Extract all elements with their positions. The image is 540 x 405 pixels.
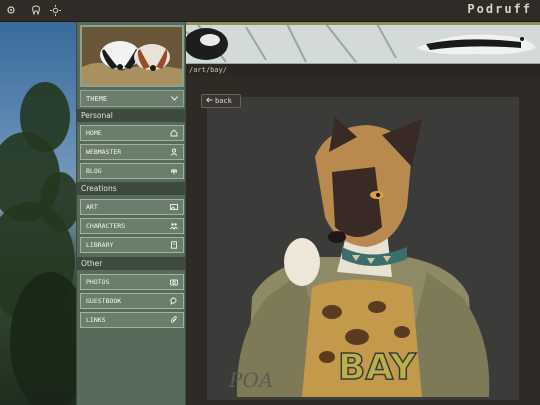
nav-label: CHARACTERS (86, 222, 126, 230)
nav-home[interactable]: HOME (80, 125, 184, 141)
nav-webmaster[interactable]: WEBMASTER (80, 144, 184, 160)
camera-icon (170, 278, 178, 286)
book-icon (170, 241, 178, 249)
sidebar: THEME Personal HOME WEBMASTER BLOG Creat… (76, 22, 186, 405)
back-button[interactable]: back (201, 94, 241, 108)
theme-select[interactable]: THEME (80, 90, 184, 107)
paperclip-icon (170, 316, 178, 324)
back-label: back (215, 97, 232, 105)
image-icon (170, 203, 178, 211)
theme-label: THEME (86, 94, 108, 103)
section-creations: Creations (77, 182, 185, 195)
home-icon (170, 129, 178, 137)
chevron-down-icon (171, 95, 178, 103)
nav-art[interactable]: ART (80, 199, 184, 215)
artist-signature: POA (228, 368, 273, 392)
nav-label: BLOG (86, 167, 102, 175)
nav-label: GUESTBOOK (86, 297, 122, 305)
nav-label: ART (86, 203, 98, 211)
leaf-icon (170, 167, 178, 175)
artwork-text: BAY (338, 347, 417, 388)
tooth-icon[interactable] (30, 4, 42, 16)
top-bar: Podruff (0, 0, 540, 22)
nav-guestbook[interactable]: GUESTBOOK (80, 293, 184, 309)
sun-icon[interactable] (49, 4, 61, 16)
site-title[interactable]: Podruff (467, 2, 532, 16)
nav-photos[interactable]: PHOTOS (80, 274, 184, 290)
nav-label: PHOTOS (86, 278, 110, 286)
nav-links[interactable]: LINKS (80, 312, 184, 328)
section-other: Other (77, 257, 185, 270)
artwork-bay: BAY POA (207, 97, 519, 400)
avatar-badgers-photo (80, 25, 184, 87)
background-photo (0, 22, 76, 405)
settings-icon[interactable] (5, 4, 17, 16)
arrow-left-icon (206, 97, 213, 105)
nav-label: LINKS (86, 316, 106, 324)
header-banner (186, 22, 540, 64)
section-personal: Personal (77, 109, 185, 122)
breadcrumb: /art/bay/ (186, 64, 540, 76)
nav-label: WEBMASTER (86, 148, 122, 156)
nav-label: LIBRARY (86, 241, 114, 249)
speech-bubble-icon (170, 297, 178, 305)
user-icon (170, 148, 178, 156)
nav-blog[interactable]: BLOG (80, 163, 184, 179)
nav-library[interactable]: LIBRARY (80, 237, 184, 253)
nav-label: HOME (86, 129, 102, 137)
group-icon (170, 222, 178, 230)
nav-characters[interactable]: CHARACTERS (80, 218, 184, 234)
